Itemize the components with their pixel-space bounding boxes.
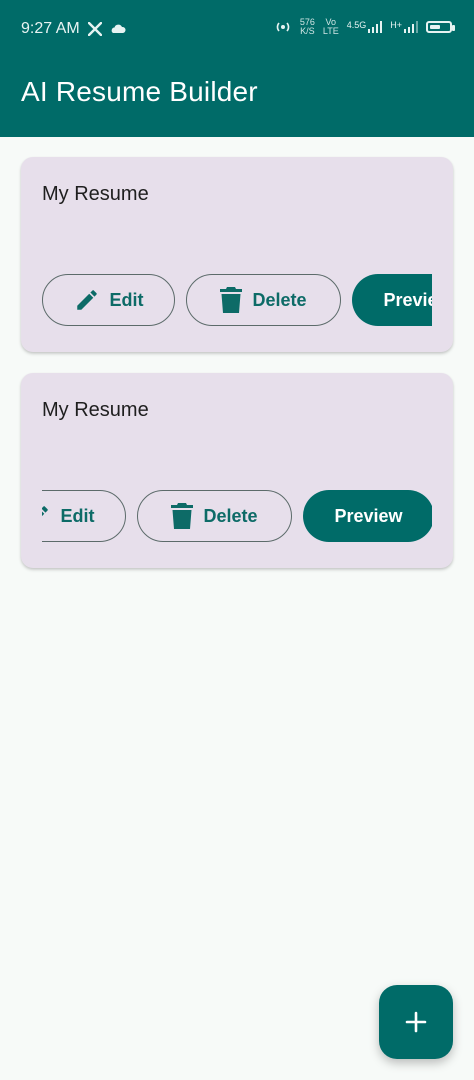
delete-label: Delete [252,289,307,310]
volte-label-bottom: LTE [322,26,339,36]
preview-button[interactable]: Preview [352,274,432,326]
preview-button[interactable]: Preview [303,490,432,542]
hotspot-icon [274,21,292,33]
sim2-label: H+ [390,20,402,30]
pencil-icon [74,287,100,313]
top-bar: 9:27 AM 576 K/S Vo LTE 4.5G H+ AI Resume… [0,0,474,137]
signal-4g-icon: 4.5G [347,21,383,33]
edit-button[interactable]: Edit [42,274,175,326]
actions-row: Edit Delete Preview [42,489,432,543]
x-icon [87,22,102,36]
resume-card[interactable]: My Resume Edit Delete [21,157,453,352]
actions-scroll[interactable]: Edit Delete Preview [42,489,432,543]
signal-h-icon: H+ [390,21,418,33]
actions-row: Edit Delete Preview [42,273,432,327]
edit-label: Edit [60,505,95,526]
delete-label: Delete [203,505,258,526]
delete-button[interactable]: Delete [186,274,341,326]
app-root: 9:27 AM 576 K/S Vo LTE 4.5G H+ AI Resume… [0,0,474,1080]
net-speed-unit: K/S [300,26,315,36]
net-speed-icon: 576 K/S [300,18,315,36]
trash-icon [171,503,194,529]
pencil-icon [42,503,51,529]
battery-icon [426,21,455,33]
resume-list: My Resume Edit Delete Previ My Resume Ed… [21,157,453,589]
status-left: 9:27 AM [21,20,126,38]
battery-level [430,25,440,29]
resume-title: My Resume [42,183,149,205]
resume-card[interactable]: My Resume Edit Delete [21,373,453,568]
delete-button[interactable]: Delete [137,490,292,542]
status-right: 576 K/S Vo LTE 4.5G H+ [274,18,455,36]
page-title: AI Resume Builder [21,76,258,107]
sim1-label: 4.5G [346,20,367,30]
preview-label: Preview [334,505,403,526]
edit-button[interactable]: Edit [42,490,126,542]
add-resume-button[interactable] [379,985,453,1059]
status-time: 9:27 AM [21,20,80,37]
trash-icon [220,287,243,313]
preview-label: Preview [383,289,432,310]
cloud-icon [110,24,126,34]
plus-icon [405,1011,427,1033]
status-bar: 9:27 AM 576 K/S Vo LTE 4.5G H+ [0,0,474,58]
volte-icon: Vo LTE [323,18,339,36]
actions-scroll[interactable]: Edit Delete Preview [42,273,432,327]
resume-title: My Resume [42,399,149,421]
edit-label: Edit [109,289,144,310]
